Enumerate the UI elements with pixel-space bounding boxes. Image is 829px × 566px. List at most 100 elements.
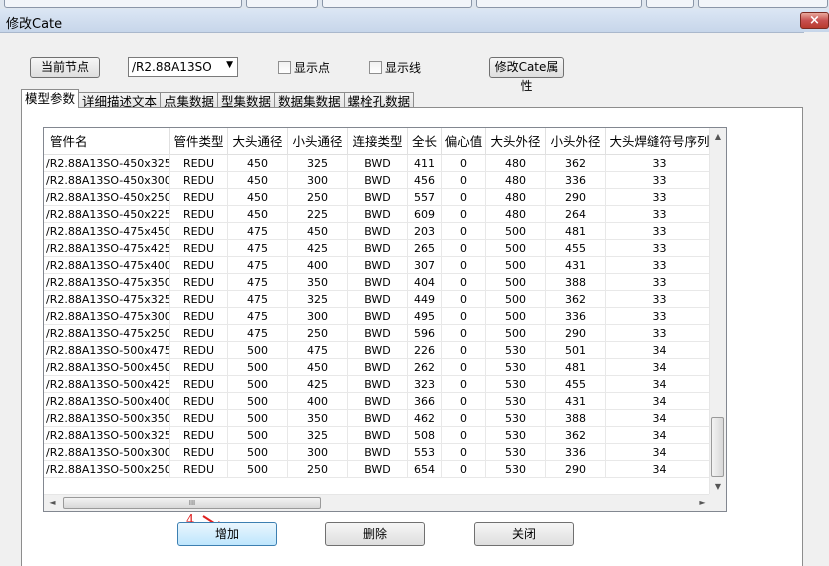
- table-row[interactable]: /R2.88A13SO-450x325 REDU 450 325 BWD 411 0 480 3…: [44, 155, 714, 172]
- table-cell[interactable]: 475: [228, 291, 288, 308]
- table-row[interactable]: /R2.88A13SO-500x400 REDU 500 400 BWD 366 0 530 4…: [44, 393, 714, 410]
- table-cell[interactable]: 450: [228, 155, 288, 172]
- add-button[interactable]: 增加: [177, 522, 277, 546]
- table-cell[interactable]: 33: [606, 308, 714, 325]
- table-cell[interactable]: REDU: [170, 444, 228, 461]
- table-cell[interactable]: 500: [228, 410, 288, 427]
- column-header[interactable]: 小头通径: [288, 128, 348, 155]
- table-cell[interactable]: 500: [228, 359, 288, 376]
- table-cell[interactable]: /R2.88A13SO-500x425: [44, 376, 170, 393]
- tab-shape-set[interactable]: 型集数据: [217, 92, 276, 109]
- table-cell[interactable]: 500: [228, 427, 288, 444]
- scroll-up-icon[interactable]: ▲: [710, 128, 726, 145]
- table-cell[interactable]: 0: [442, 206, 486, 223]
- table-cell[interactable]: 455: [546, 240, 606, 257]
- table-cell[interactable]: 34: [606, 342, 714, 359]
- table-cell[interactable]: 362: [546, 155, 606, 172]
- table-cell[interactable]: 450: [228, 172, 288, 189]
- table-cell[interactable]: BWD: [348, 427, 408, 444]
- table-row[interactable]: /R2.88A13SO-500x475 REDU 500 475 BWD 226 0 530 5…: [44, 342, 714, 359]
- table-cell[interactable]: 609: [408, 206, 442, 223]
- table-cell[interactable]: 226: [408, 342, 442, 359]
- table-cell[interactable]: REDU: [170, 223, 228, 240]
- table-cell[interactable]: 307: [408, 257, 442, 274]
- table-cell[interactable]: REDU: [170, 257, 228, 274]
- table-cell[interactable]: 500: [228, 461, 288, 478]
- table-cell[interactable]: 290: [546, 189, 606, 206]
- table-cell[interactable]: BWD: [348, 444, 408, 461]
- table-cell[interactable]: 323: [408, 376, 442, 393]
- checkbox-box[interactable]: [278, 61, 291, 74]
- table-cell[interactable]: 500: [228, 393, 288, 410]
- table-cell[interactable]: 530: [486, 461, 546, 478]
- table-cell[interactable]: 530: [486, 427, 546, 444]
- table-cell[interactable]: 481: [546, 223, 606, 240]
- column-header[interactable]: 管件名: [44, 128, 170, 155]
- table-cell[interactable]: 530: [486, 359, 546, 376]
- table-cell[interactable]: 350: [288, 410, 348, 427]
- table-cell[interactable]: 455: [546, 376, 606, 393]
- checkbox-box[interactable]: [369, 61, 382, 74]
- table-cell[interactable]: /R2.88A13SO-475x325: [44, 291, 170, 308]
- column-header[interactable]: 管件类型: [170, 128, 228, 155]
- table-cell[interactable]: /R2.88A13SO-450x250: [44, 189, 170, 206]
- column-header[interactable]: 大头外径: [486, 128, 546, 155]
- table-cell[interactable]: REDU: [170, 461, 228, 478]
- table-cell[interactable]: /R2.88A13SO-475x425: [44, 240, 170, 257]
- table-cell[interactable]: BWD: [348, 189, 408, 206]
- table-cell[interactable]: 530: [486, 393, 546, 410]
- table-cell[interactable]: 500: [486, 325, 546, 342]
- show-lines-checkbox[interactable]: 显示线: [369, 59, 421, 76]
- table-cell[interactable]: 0: [442, 410, 486, 427]
- table-cell[interactable]: 33: [606, 206, 714, 223]
- table-cell[interactable]: 336: [546, 308, 606, 325]
- table-cell[interactable]: 0: [442, 189, 486, 206]
- table-cell[interactable]: BWD: [348, 461, 408, 478]
- table-cell[interactable]: 203: [408, 223, 442, 240]
- table-cell[interactable]: 475: [228, 240, 288, 257]
- column-header[interactable]: 大头焊缝符号序列: [606, 128, 714, 155]
- table-cell[interactable]: REDU: [170, 189, 228, 206]
- tab-model-params[interactable]: 模型参数: [21, 89, 80, 108]
- table-cell[interactable]: 250: [288, 189, 348, 206]
- table-cell[interactable]: 34: [606, 444, 714, 461]
- table-cell[interactable]: 33: [606, 240, 714, 257]
- table-cell[interactable]: 350: [288, 274, 348, 291]
- table-row[interactable]: /R2.88A13SO-450x225 REDU 450 225 BWD 609 0 480 2…: [44, 206, 714, 223]
- table-cell[interactable]: 431: [546, 257, 606, 274]
- table-cell[interactable]: 450: [288, 223, 348, 240]
- table-cell[interactable]: /R2.88A13SO-450x300: [44, 172, 170, 189]
- scroll-left-icon[interactable]: ◄: [44, 495, 61, 511]
- table-cell[interactable]: /R2.88A13SO-500x350: [44, 410, 170, 427]
- table-cell[interactable]: 0: [442, 155, 486, 172]
- table-cell[interactable]: 500: [228, 342, 288, 359]
- column-header[interactable]: 小头外径: [546, 128, 606, 155]
- table-cell[interactable]: 425: [288, 240, 348, 257]
- table-cell[interactable]: 33: [606, 291, 714, 308]
- table-cell[interactable]: 388: [546, 274, 606, 291]
- vertical-scroll-thumb[interactable]: [711, 417, 724, 477]
- table-cell[interactable]: 33: [606, 274, 714, 291]
- table-cell[interactable]: 654: [408, 461, 442, 478]
- table-cell[interactable]: 0: [442, 342, 486, 359]
- table-cell[interactable]: REDU: [170, 325, 228, 342]
- table-cell[interactable]: 0: [442, 359, 486, 376]
- table-cell[interactable]: 34: [606, 359, 714, 376]
- table-cell[interactable]: 34: [606, 427, 714, 444]
- table-cell[interactable]: REDU: [170, 291, 228, 308]
- table-row[interactable]: /R2.88A13SO-475x400 REDU 475 400 BWD 307 0 500 4…: [44, 257, 714, 274]
- table-cell[interactable]: 0: [442, 274, 486, 291]
- table-cell[interactable]: 500: [228, 376, 288, 393]
- table-cell[interactable]: /R2.88A13SO-500x300: [44, 444, 170, 461]
- table-cell[interactable]: 325: [288, 427, 348, 444]
- table-cell[interactable]: 425: [288, 376, 348, 393]
- table-cell[interactable]: REDU: [170, 172, 228, 189]
- table-cell[interactable]: 475: [228, 325, 288, 342]
- table-cell[interactable]: BWD: [348, 308, 408, 325]
- table-cell[interactable]: 34: [606, 461, 714, 478]
- table-cell[interactable]: REDU: [170, 274, 228, 291]
- table-row[interactable]: /R2.88A13SO-475x325 REDU 475 325 BWD 449 0 500 3…: [44, 291, 714, 308]
- table-cell[interactable]: 557: [408, 189, 442, 206]
- table-cell[interactable]: 500: [486, 240, 546, 257]
- table-cell[interactable]: /R2.88A13SO-475x350: [44, 274, 170, 291]
